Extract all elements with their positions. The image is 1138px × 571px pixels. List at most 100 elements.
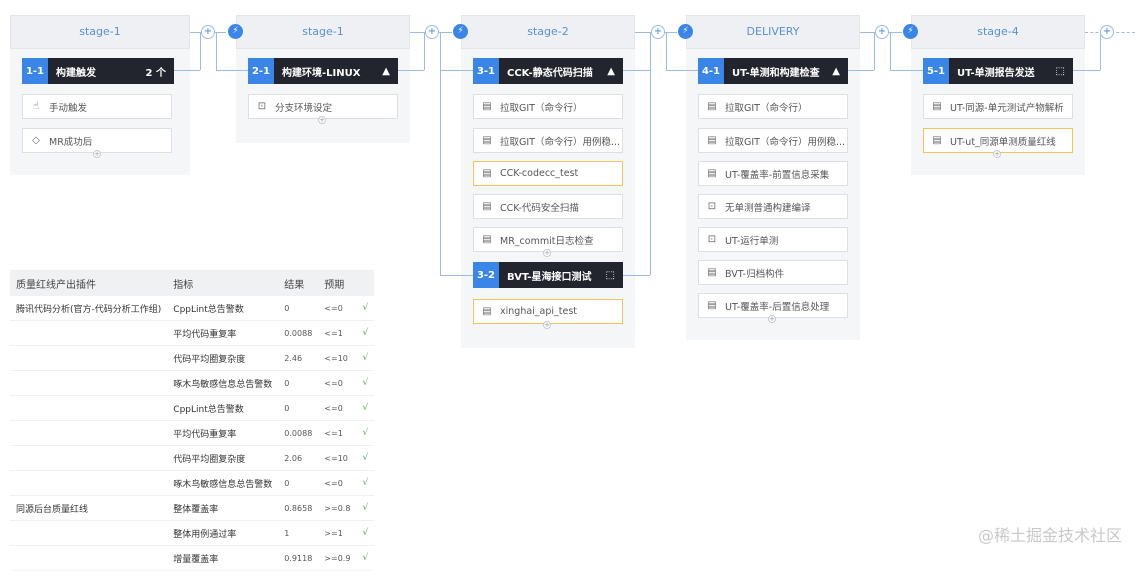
connector-line (623, 275, 650, 276)
clipboard-icon: ▤ (482, 168, 492, 179)
table-cell: 1 (278, 520, 319, 546)
table-cell: 2.46 (278, 345, 319, 371)
table-cell (10, 470, 168, 496)
table-cell: <=10 (318, 445, 357, 471)
task-item[interactable]: ▤ UT-覆盖率-前置信息采集 (698, 161, 848, 186)
table-cell: <=10 (318, 345, 357, 371)
linux-icon: ▲ (382, 65, 390, 77)
stage-header[interactable]: DELIVERY (686, 15, 860, 49)
job-number: 1-1 (22, 58, 48, 84)
table-header-row: 质量红线产出插件 指标 结果 预期 (10, 270, 375, 296)
table-cell (10, 545, 168, 571)
table-row: 平均代码重复率 0.0088 <=1 √ (10, 320, 375, 346)
table-cell: √ (356, 320, 375, 346)
job-4-1[interactable]: 4-1 UT-单测和构建检查 ▲ (698, 58, 848, 84)
task-item[interactable]: ▤ 拉取GIT（命令行） (473, 94, 623, 119)
task-item[interactable]: ▤ 拉取GIT（命令行） (698, 94, 848, 119)
connector-line (890, 70, 923, 71)
task-label: UT-覆盖率-后置信息处理 (725, 301, 830, 313)
table-row: CppLint总告警数 0 <=0 √ (10, 395, 375, 421)
job-title: UT-单测和构建检查 (732, 67, 820, 79)
stage-header[interactable]: stage-2 (461, 15, 635, 49)
add-stage-icon[interactable]: + (201, 25, 215, 39)
flash-icon[interactable]: ⚡ (453, 24, 468, 39)
connector-line (440, 275, 473, 276)
connector-line (666, 70, 698, 71)
connector-line (216, 32, 217, 70)
stage-header[interactable]: stage-1 (10, 15, 190, 49)
task-label: 拉取GIT（命令行） (500, 102, 583, 114)
task-item[interactable]: ▤ CCK-代码安全扫描 (473, 194, 623, 219)
stage-header[interactable]: stage-4 (911, 15, 1085, 49)
table-row: 啄木鸟敏感信息总告警数 0 <=0 √ (10, 370, 375, 396)
add-task-icon[interactable]: + (543, 249, 551, 257)
add-task-icon[interactable]: + (543, 321, 551, 329)
task-label: 手动触发 (49, 102, 88, 114)
add-task-icon[interactable]: + (318, 116, 326, 124)
job-1-1[interactable]: 1-1 构建触发 2 个 (22, 58, 174, 84)
flash-icon[interactable]: ⚡ (228, 24, 243, 39)
table-cell: √ (356, 445, 375, 471)
job-5-1[interactable]: 5-1 UT-单测报告发送 ⬚ (923, 58, 1073, 84)
add-stage-icon[interactable]: + (1100, 25, 1114, 39)
add-task-icon[interactable]: + (993, 150, 1001, 158)
connector-line (666, 32, 667, 70)
flash-icon[interactable]: ⚡ (903, 24, 918, 39)
table-cell (10, 370, 168, 396)
add-task-icon[interactable]: + (93, 150, 101, 158)
table-cell (10, 520, 168, 546)
clipboard-icon: ▤ (707, 101, 717, 112)
connector-line (848, 70, 874, 71)
task-item[interactable]: ▤ BVT-归档构件 (698, 260, 848, 285)
table-cell: >=0.8 (318, 495, 357, 521)
task-item[interactable]: ⊡ UT-运行单测 (698, 227, 848, 252)
task-item[interactable]: ▤ 拉取GIT（命令行）用例稳... (473, 128, 623, 153)
task-label: UT-同源-单元测试产物解析 (950, 102, 1064, 114)
table-cell: <=1 (318, 420, 357, 446)
clipboard-icon: ▤ (707, 300, 717, 311)
table-cell: 整体覆盖率 (167, 495, 279, 521)
task-label: MR_commit日志检查 (500, 235, 594, 247)
job-title: UT-单测报告发送 (957, 67, 1035, 79)
task-item[interactable]: ⊡ 无单测普通构建编译 (698, 194, 848, 219)
add-task-icon[interactable]: + (768, 315, 776, 323)
task-label: xinghai_api_test (500, 306, 578, 317)
clipboard-icon: ▤ (932, 101, 942, 112)
table-cell: <=0 (318, 470, 357, 496)
column-header (356, 270, 375, 296)
linux-icon: ▲ (607, 65, 615, 77)
linux-icon: ▲ (832, 65, 840, 77)
task-label: UT-ut_同源单测质量红线 (950, 136, 1056, 148)
add-stage-icon[interactable]: + (651, 25, 665, 39)
table-cell: >=1 (318, 520, 357, 546)
connector-line (1100, 32, 1101, 70)
add-stage-icon[interactable]: + (875, 25, 889, 39)
connector-line (216, 70, 248, 71)
table-cell: 0 (278, 296, 319, 321)
task-item[interactable]: ▤ UT-同源-单元测试产物解析 (923, 94, 1073, 119)
table-cell: √ (356, 345, 375, 371)
job-title: CCK-静态代码扫描 (507, 67, 593, 79)
table-cell: CppLint总告警数 (167, 395, 279, 421)
connector-line (1073, 70, 1100, 71)
connector-line (424, 32, 425, 70)
task-item[interactable]: ▤ CCK-codecc_test (473, 161, 623, 186)
task-label: CCK-codecc_test (500, 168, 579, 179)
table-row: 平均代码重复率 0.0088 <=1 √ (10, 420, 375, 446)
table-cell: >=0.9 (318, 545, 357, 571)
stage-header[interactable]: stage-1 (236, 15, 410, 49)
job-3-1[interactable]: 3-1 CCK-静态代码扫描 ▲ (473, 58, 623, 84)
clipboard-icon: ▤ (707, 135, 717, 146)
task-item[interactable]: ▤ 拉取GIT（命令行）用例稳... (698, 128, 848, 153)
table-cell: √ (356, 545, 375, 571)
table-cell: 0 (278, 470, 319, 496)
add-stage-icon[interactable]: + (425, 25, 439, 39)
job-2-1[interactable]: 2-1 构建环境-LINUX ▲ (248, 58, 398, 84)
job-3-2[interactable]: 3-2 BVT-星海接口测试 ⬚ (473, 262, 623, 288)
task-item[interactable]: ☝ 手动触发 (22, 94, 172, 119)
table-cell: 0.8658 (278, 495, 319, 521)
flash-icon[interactable]: ⚡ (678, 24, 693, 39)
table-cell: <=0 (318, 370, 357, 396)
job-title: 构建触发 (56, 67, 96, 79)
job-title: BVT-星海接口测试 (507, 271, 592, 283)
